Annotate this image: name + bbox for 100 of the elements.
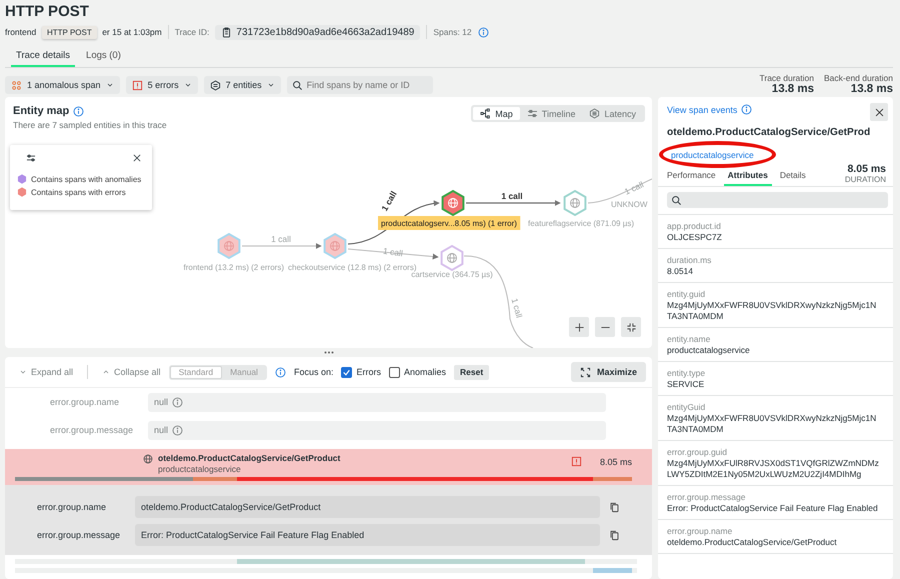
- trace-id-label: Trace ID:: [174, 27, 210, 37]
- copy-icon[interactable]: [609, 502, 620, 512]
- info-icon[interactable]: [73, 106, 84, 116]
- copy-icon[interactable]: [609, 530, 620, 540]
- filter-dropdown[interactable]: 1 anomalous span: [5, 76, 120, 94]
- edge-label: 1 call: [622, 179, 646, 197]
- node-icon[interactable]: [218, 232, 240, 260]
- node-icon[interactable]: [564, 190, 586, 216]
- legend-label: Contains spans with anomalies: [31, 174, 142, 184]
- tab[interactable]: Trace details: [11, 46, 76, 67]
- view-tab[interactable]: Map: [473, 107, 520, 120]
- attribute-name: error.group.name: [667, 526, 734, 537]
- attribute-value: Mzg4MjUyMXxFWFR8U0VSVklDRXwyNzkzNjg5Mjc1NTA3NTA0MDM: [667, 413, 878, 435]
- view-tab[interactable]: Latency: [582, 107, 643, 120]
- legend-label: Contains spans with errors: [31, 188, 126, 196]
- hexagon-icon: [589, 108, 600, 119]
- filter-dropdown[interactable]: 7 entities: [204, 76, 281, 94]
- close-icon[interactable]: [132, 153, 142, 163]
- duration-label: DURATION: [844, 175, 886, 184]
- attribute-name: error.group.message: [49, 425, 134, 435]
- trace-id-chip[interactable]: 731723e1b8d90a9ad6e4663a2ad19489: [215, 24, 420, 40]
- edge-label: 1 call: [382, 246, 404, 258]
- attribute-name: duration.ms: [667, 255, 712, 266]
- fit-view-button[interactable]: [621, 317, 641, 337]
- error-icon: [132, 80, 143, 90]
- nodes-icon: [480, 108, 492, 119]
- checkbox-label: Errors: [356, 367, 381, 377]
- checkbox[interactable]: [388, 366, 400, 378]
- attribute-value: productcatalogservice: [667, 345, 751, 356]
- service-link[interactable]: productcatalogservice: [671, 150, 754, 160]
- node-label: frontend (13.2 ms) (2 errors): [184, 263, 284, 272]
- clipboard-icon: [221, 26, 232, 38]
- attribute-name: entityGuid: [667, 402, 706, 413]
- edge-label: 1 call: [501, 191, 523, 201]
- info-icon[interactable]: [274, 366, 286, 378]
- node-icon[interactable]: [324, 232, 346, 260]
- expand-all-button[interactable]: Expand all: [19, 367, 74, 377]
- node-label: featureflagservice (871.09 µs): [528, 219, 634, 228]
- caret-icon: [19, 368, 27, 376]
- span-row[interactable]: oteldemo.ProductCatalogService/GetProduct productcatalogservice 8.05 ms: [5, 449, 652, 485]
- page-title: HTTP POST: [5, 3, 90, 21]
- close-icon: [874, 106, 884, 118]
- attribute-name: error.group.message: [667, 492, 746, 503]
- tooltip: HTTP POST: [42, 26, 97, 39]
- checkbox[interactable]: [341, 366, 352, 378]
- anomaly-icon: [11, 80, 22, 90]
- attribute-value: Mzg4MjUyMXxFUlR8RVJSX0dST1VQfGRlZWZmNDMzLWY5ZDItM2E1Ny05M2UxLWUzM2U2ZjI4MDIhMg: [667, 458, 879, 480]
- attribute-name: error.group.message: [36, 530, 122, 540]
- hexagon-icon: [210, 80, 221, 90]
- node-label: cartservice (364.75 µs): [411, 270, 493, 279]
- filter-dropdown[interactable]: 5 errors: [126, 76, 198, 94]
- node-icon[interactable]: [442, 190, 464, 216]
- search-field[interactable]: [667, 192, 888, 208]
- entity-name: frontend: [5, 27, 36, 37]
- tab[interactable]: Logs (0): [81, 46, 126, 67]
- node-icon[interactable]: [440, 244, 464, 272]
- duration-value: 13.8 ms: [770, 83, 814, 95]
- tab[interactable]: Details: [776, 168, 810, 186]
- attribute-name: error.group.name: [36, 502, 108, 512]
- field-value: Error: ProductCatalogService Fail Feature Flag Enabled: [141, 530, 364, 540]
- search-field[interactable]: Find spans by name or ID: [286, 76, 433, 94]
- info-icon: [172, 396, 184, 408]
- timestamp: er 15 at 1:03pm: [102, 27, 162, 37]
- info-icon[interactable]: [478, 26, 489, 38]
- panel-subtitle: There are 7 sampled entities in this trace: [13, 120, 167, 130]
- view-tab[interactable]: Timeline: [520, 107, 582, 120]
- reset-button[interactable]: Reset: [454, 364, 490, 380]
- service-name: productcatalogservice: [158, 464, 242, 474]
- field-value: null: [154, 425, 168, 435]
- sliders-icon[interactable]: [26, 153, 36, 163]
- attribute-value: Mzg4MjUyMXxFWFR8U0VSVklDRXwyNzkzNjg5Mjc1NTA3NTA0MDM: [667, 300, 878, 322]
- caret-icon: [266, 81, 275, 89]
- node-label: checkoutservice (12.8 ms) (2 errors): [288, 263, 416, 272]
- tab[interactable]: Attributes: [724, 168, 772, 186]
- info-icon: [172, 424, 184, 436]
- maximize-button[interactable]: Maximize: [570, 362, 646, 382]
- attribute-name: entity.name: [667, 334, 712, 345]
- attribute-value: oteldemo.ProductCatalogService/GetProduct: [667, 537, 838, 548]
- zoom-in-button[interactable]: [569, 317, 589, 337]
- highlighted-node-label: productcatalogserv...8.05 ms) (1 error): [378, 216, 520, 230]
- edge-label: 1 call: [271, 234, 291, 244]
- duration-value: 13.8 ms: [850, 83, 893, 95]
- maximize-icon: [580, 366, 591, 378]
- attribute-value: 8.0514: [667, 266, 694, 277]
- checkbox-label: Anomalies: [404, 367, 446, 377]
- panel-title: Entity map: [13, 105, 70, 117]
- drag-handle-icon[interactable]: [324, 351, 334, 354]
- duration-label: Back-end duration: [824, 73, 893, 83]
- view-events-link[interactable]: View span events: [667, 104, 752, 115]
- close-button[interactable]: [870, 103, 888, 121]
- attribute-value: SERVICE: [667, 379, 706, 390]
- collapse-all-button[interactable]: Collapse all: [102, 367, 161, 377]
- attribute-name: error.group.name: [49, 397, 120, 407]
- span-name: oteldemo.ProductCatalogService/GetProduct: [158, 453, 340, 463]
- attribute-name: entity.type: [667, 368, 706, 379]
- edge-label: 1 call: [510, 297, 524, 319]
- node-label: UNKNOW: [611, 200, 648, 209]
- tab[interactable]: Performance: [667, 168, 720, 186]
- plus-icon: [574, 322, 584, 332]
- attribute-name: entity.guid: [667, 289, 706, 300]
